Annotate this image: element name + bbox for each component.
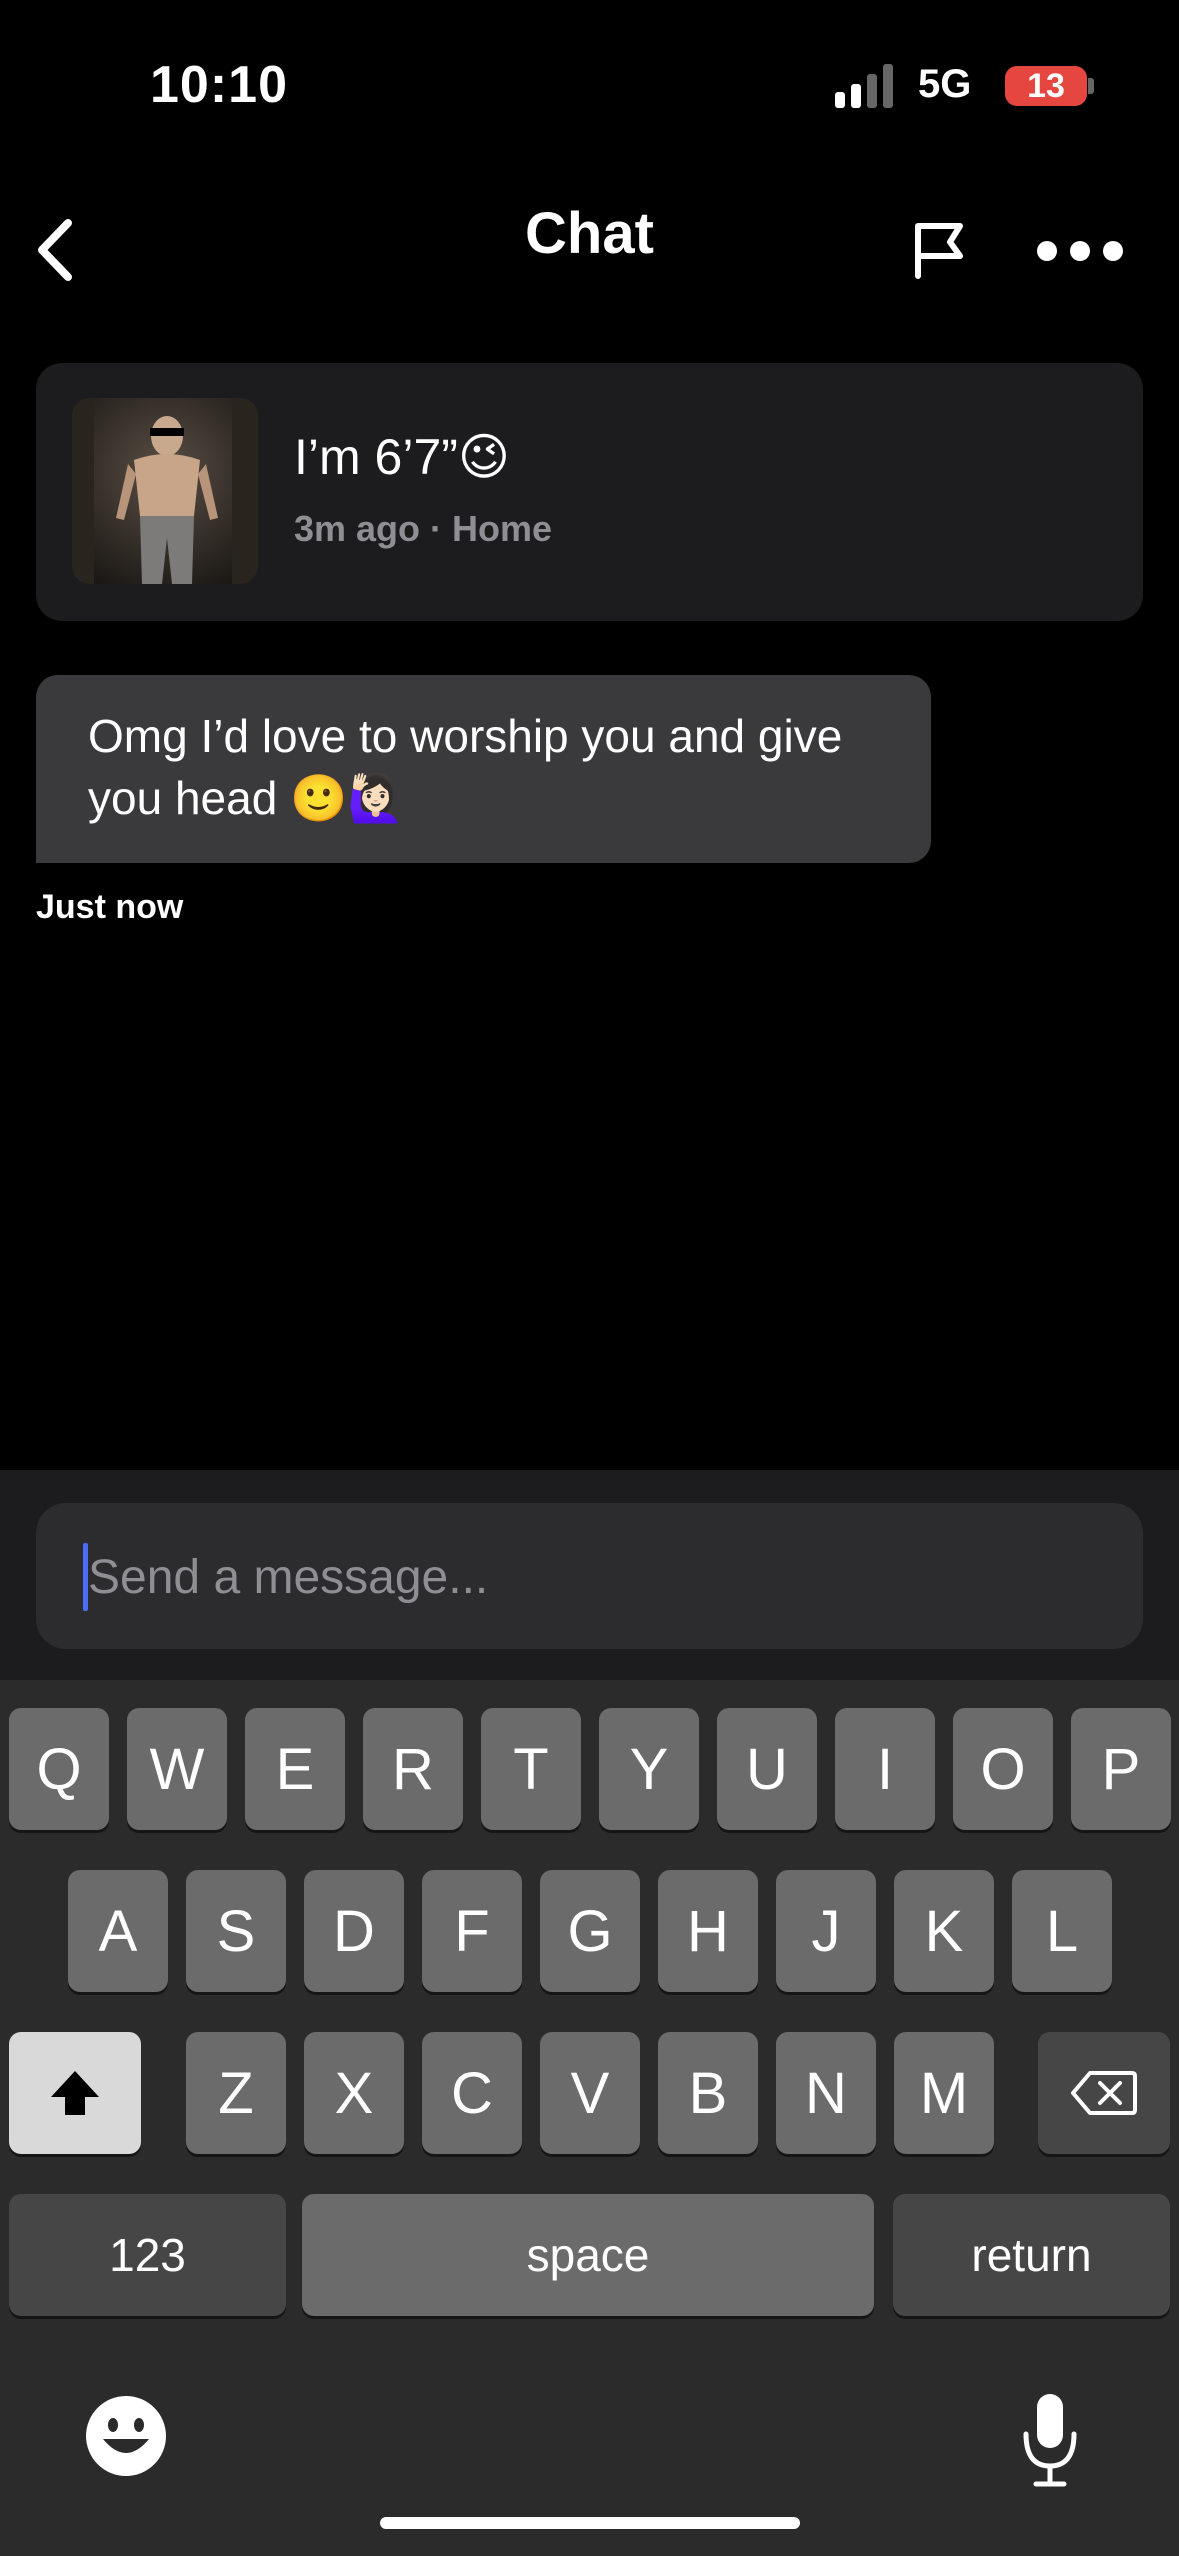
status-time: 10:10: [150, 56, 288, 114]
key-t[interactable]: T: [481, 1708, 581, 1830]
key-k[interactable]: K: [894, 1870, 994, 1992]
more-horizontal-icon[interactable]: [1035, 235, 1125, 267]
battery-level: 13: [1027, 67, 1065, 105]
key-z[interactable]: Z: [186, 2032, 286, 2154]
post-photo-icon: [72, 398, 258, 584]
key-r[interactable]: R: [363, 1708, 463, 1830]
key-l[interactable]: L: [1012, 1870, 1112, 1992]
key-w[interactable]: W: [127, 1708, 227, 1830]
flag-icon[interactable]: [910, 220, 970, 280]
delete-key[interactable]: [1038, 2032, 1170, 2154]
message-input-placeholder: Send a message...: [88, 1551, 489, 1604]
key-y[interactable]: Y: [599, 1708, 699, 1830]
key-h[interactable]: H: [658, 1870, 758, 1992]
key-x[interactable]: X: [304, 2032, 404, 2154]
message-timestamp: Just now: [36, 888, 184, 926]
return-key[interactable]: return: [893, 2194, 1170, 2316]
post-text: I’m 6’7”😉: [294, 429, 511, 485]
page-title: Chat: [525, 201, 654, 266]
emoji-icon[interactable]: [85, 2395, 167, 2477]
key-u[interactable]: U: [717, 1708, 817, 1830]
post-meta: 3m ago · Home: [294, 508, 553, 549]
microphone-icon[interactable]: [1020, 2390, 1080, 2490]
signal-icon: [835, 64, 893, 108]
key-b[interactable]: B: [658, 2032, 758, 2154]
post-thumbnail[interactable]: [72, 398, 258, 584]
key-e[interactable]: E: [245, 1708, 345, 1830]
key-c[interactable]: C: [422, 2032, 522, 2154]
key-v[interactable]: V: [540, 2032, 640, 2154]
key-f[interactable]: F: [422, 1870, 522, 1992]
home-indicator[interactable]: [380, 2517, 800, 2529]
keyboard: Q W E R T Y U I O P A S D F G H J K L Z …: [0, 1680, 1179, 2556]
space-key[interactable]: space: [302, 2194, 874, 2316]
message-text: Omg I’d love to worship you and give you…: [88, 710, 843, 824]
battery-nub: [1088, 78, 1094, 94]
key-i[interactable]: I: [835, 1708, 935, 1830]
numbers-key[interactable]: 123: [9, 2194, 286, 2316]
key-j[interactable]: J: [776, 1870, 876, 1992]
network-indicator: 5G: [918, 62, 972, 106]
key-d[interactable]: D: [304, 1870, 404, 1992]
key-a[interactable]: A: [68, 1870, 168, 1992]
shift-icon: [51, 2071, 99, 2115]
key-g[interactable]: G: [540, 1870, 640, 1992]
key-m[interactable]: M: [894, 2032, 994, 2154]
key-s[interactable]: S: [186, 1870, 286, 1992]
key-p[interactable]: P: [1071, 1708, 1171, 1830]
key-o[interactable]: O: [953, 1708, 1053, 1830]
key-n[interactable]: N: [776, 2032, 876, 2154]
backspace-icon: [1071, 2071, 1137, 2115]
shift-key[interactable]: [9, 2032, 141, 2154]
key-q[interactable]: Q: [9, 1708, 109, 1830]
